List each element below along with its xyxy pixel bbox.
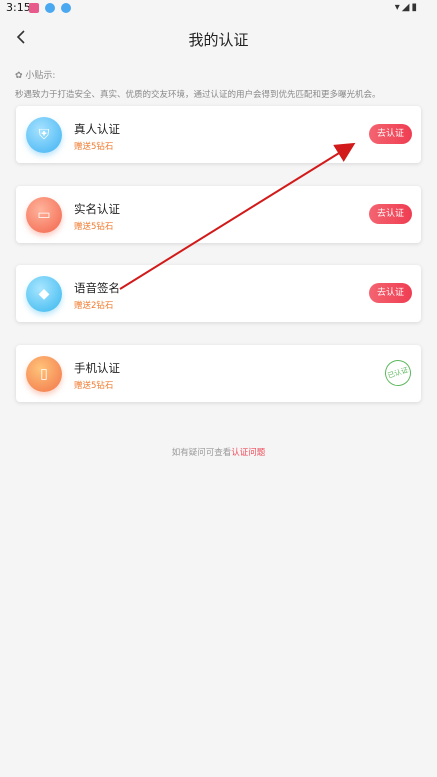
card-title: 语音签名 [74,281,120,295]
diamond-icon: ◆ [26,276,62,312]
verify-button[interactable]: 去认证 [369,283,412,303]
help-prefix: 如有疑问可查看 [171,448,232,458]
app-notification-icon [45,3,55,13]
card-phone: ▯ 手机认证 赠送5钻石 已认证 [16,345,421,402]
phone-icon: ▯ [26,356,62,392]
card-reward: 赠送5钻石 [74,381,114,391]
system-status-icons: ▾◢▮ [394,2,419,13]
card-reward: 赠送5钻石 [74,222,114,232]
card-reward: 赠送2钻石 [74,301,114,311]
verified-stamp: 已认证 [381,356,415,390]
help-line: 如有疑问可查看认证问题 [0,446,437,458]
verify-button[interactable]: 去认证 [369,124,412,144]
id-card-icon: ▭ [26,197,62,233]
app-notification-icon [61,3,71,13]
card-title: 实名认证 [74,202,120,216]
verify-button[interactable]: 去认证 [369,204,412,224]
card-reward: 赠送5钻石 [74,142,114,152]
card-real-name: ▭ 实名认证 赠送5钻石 去认证 [16,186,421,243]
help-link[interactable]: 认证问题 [231,448,265,458]
page-title: 我的认证 [188,31,249,49]
card-real-person: ⛨ 真人认证 赠送5钻石 去认证 [16,106,421,163]
card-voice-signature: ◆ 语音签名 赠送2钻石 去认证 [16,265,421,322]
card-title: 手机认证 [74,361,120,375]
shield-icon: ⛨ [26,117,62,153]
nav-bar: 我的认证 [0,18,437,58]
status-bar: 3:15 ▾◢▮ [0,0,437,18]
card-title: 真人认证 [74,122,120,136]
tip-text: 秒遇致力于打造安全、真实、优质的交友环境，通过认证的用户会得到优先匹配和更多曝光… [15,90,381,100]
status-time: 3:15 [6,1,31,14]
app-notification-icon [29,3,39,13]
tip-label: ✿ 小贴示: [15,71,56,81]
